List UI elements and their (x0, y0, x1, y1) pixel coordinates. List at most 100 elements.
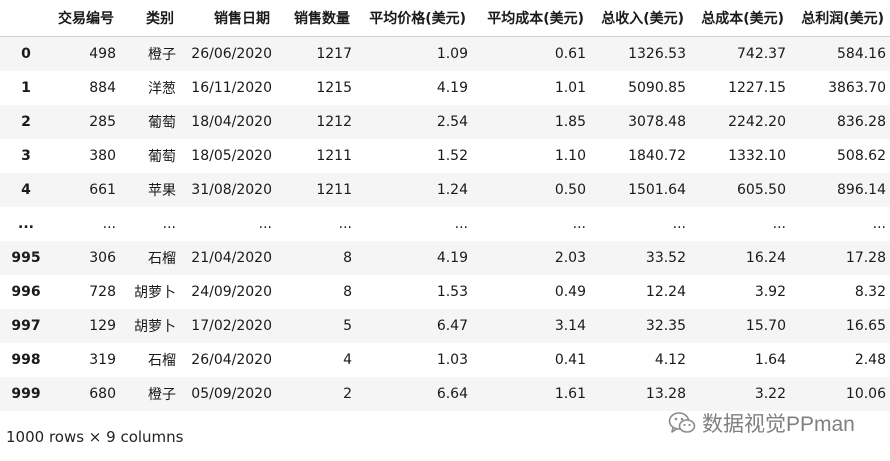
table-cell: 4.19 (436, 250, 468, 266)
table-cell: ... (258, 216, 272, 232)
table-cell: 884 (89, 80, 116, 96)
table-cell: 1211 (316, 182, 352, 198)
table-cell: 4.12 (654, 352, 686, 368)
column-header: 总利润(美元) (790, 0, 890, 37)
table-cell: 306 (89, 250, 116, 266)
table-cell: 896.14 (837, 182, 886, 198)
table-cell: 18/05/2020 (191, 148, 272, 164)
table-cell: 2.54 (436, 114, 468, 130)
table-cell: 498 (89, 46, 116, 62)
row-index: 995 (11, 250, 41, 266)
table-cell: ... (772, 216, 786, 232)
table-cell: ... (102, 216, 116, 232)
row-index: 3 (21, 148, 31, 164)
row-index: 2 (21, 114, 31, 130)
table-cell: 319 (89, 352, 116, 368)
table-cell: 4.19 (436, 80, 468, 96)
table-row: 999 680 橙子 05/09/2020 2 6.64 1.61 13.28 3.22 10.0… (0, 377, 890, 411)
table-cell: 836.28 (837, 114, 886, 130)
table-cell: 2 (343, 386, 352, 402)
row-index: 999 (11, 386, 41, 402)
table-cell: 6.47 (436, 318, 468, 334)
table-cell: 380 (89, 148, 116, 164)
table-cell: 1.24 (436, 182, 468, 198)
column-header: 类别 (120, 0, 180, 37)
table-cell: 1.03 (436, 352, 468, 368)
table-row: 4 661 苹果 31/08/2020 1211 1.24 0.50 1501.64 605.5… (0, 173, 890, 207)
row-index: 996 (11, 284, 41, 300)
table-cell: 3.22 (754, 386, 786, 402)
table-cell: 0.41 (554, 352, 586, 368)
wechat-icon (668, 411, 696, 435)
table-cell: 16/11/2020 (191, 80, 272, 96)
table-cell: 605.50 (737, 182, 786, 198)
table-body: 0 498 橙子 26/06/2020 1217 1.09 0.61 1326.53 742.3… (0, 36, 890, 411)
table-cell: 1212 (316, 114, 352, 130)
table-cell: 12.24 (645, 284, 686, 300)
table-cell: 584.16 (837, 46, 886, 62)
table-cell: 1215 (316, 80, 352, 96)
column-header: 平均成本(美元) (472, 0, 590, 37)
table-cell: 16.24 (745, 250, 786, 266)
table-cell: 葡萄 (148, 115, 176, 131)
table-row: 998 319 石榴 26/04/2020 4 1.03 0.41 4.12 1.64 2.48 (0, 343, 890, 377)
table-cell: ... (572, 216, 586, 232)
table-cell: 石榴 (148, 353, 176, 369)
table-cell: 8 (343, 284, 352, 300)
table-cell: ... (872, 216, 886, 232)
table-cell: 8 (343, 250, 352, 266)
row-index: 1 (21, 80, 31, 96)
table-row: 3 380 葡萄 18/05/2020 1211 1.52 1.10 1840.72 1332.… (0, 139, 890, 173)
table-row: 0 498 橙子 26/06/2020 1217 1.09 0.61 1326.53 742.3… (0, 36, 890, 71)
header-row: 交易编号 类别 销售日期 销售数量 平均价格(美元) 平均成本(美元) 总收入(美元) 总成本… (0, 0, 890, 37)
table-cell: 18/04/2020 (191, 114, 272, 130)
row-index: 997 (11, 318, 41, 334)
table-cell: 2.48 (854, 352, 886, 368)
table-cell: 17.28 (845, 250, 886, 266)
table-cell: 0.50 (554, 182, 586, 198)
index-header (0, 0, 52, 37)
table-cell: 33.52 (645, 250, 686, 266)
table-cell: 1.64 (754, 352, 786, 368)
table-cell: 8.32 (854, 284, 886, 300)
table-cell: 1326.53 (628, 46, 686, 62)
table-cell: 1840.72 (628, 148, 686, 164)
table-cell: 3.14 (554, 318, 586, 334)
table-cell: 橙子 (148, 387, 176, 403)
table-cell: ... (338, 216, 352, 232)
table-cell: 1.10 (554, 148, 586, 164)
dataframe-output: 交易编号 类别 销售日期 销售数量 平均价格(美元) 平均成本(美元) 总收入(美元) 总成本… (0, 0, 890, 411)
column-header: 销售日期 (180, 0, 276, 37)
table-cell: 1.01 (554, 80, 586, 96)
table-cell: 17/02/2020 (191, 318, 272, 334)
watermark-text: 数据视觉PPman (702, 413, 855, 436)
table-cell: 1.53 (436, 284, 468, 300)
watermark: 数据视觉PPman (668, 408, 855, 438)
table-cell: 31/08/2020 (191, 182, 272, 198)
table-cell: 石榴 (148, 251, 176, 267)
table-cell: 5090.85 (628, 80, 686, 96)
table-cell: 0.49 (554, 284, 586, 300)
row-index: 0 (21, 46, 31, 62)
column-header: 总收入(美元) (590, 0, 690, 37)
table-cell: 苹果 (148, 183, 176, 199)
table-cell: 680 (89, 386, 116, 402)
table-cell: 3078.48 (628, 114, 686, 130)
table-cell: 1211 (316, 148, 352, 164)
column-header: 销售数量 (276, 0, 356, 37)
column-header: 平均价格(美元) (356, 0, 472, 37)
table-cell: 26/06/2020 (191, 46, 272, 62)
row-index: 4 (21, 182, 31, 198)
table-cell: 4 (343, 352, 352, 368)
table-row: .............................. (0, 207, 890, 241)
table-cell: 3.92 (754, 284, 786, 300)
table-cell: ... (454, 216, 468, 232)
table-cell: 5 (343, 318, 352, 334)
table-cell: 洋葱 (148, 81, 176, 97)
table-cell: 6.64 (436, 386, 468, 402)
table-cell: ... (672, 216, 686, 232)
table-row: 995 306 石榴 21/04/2020 8 4.19 2.03 33.52 16.24 17.… (0, 241, 890, 275)
table-cell: 1.85 (554, 114, 586, 130)
table-cell: 1.52 (436, 148, 468, 164)
table-cell: 24/09/2020 (191, 284, 272, 300)
